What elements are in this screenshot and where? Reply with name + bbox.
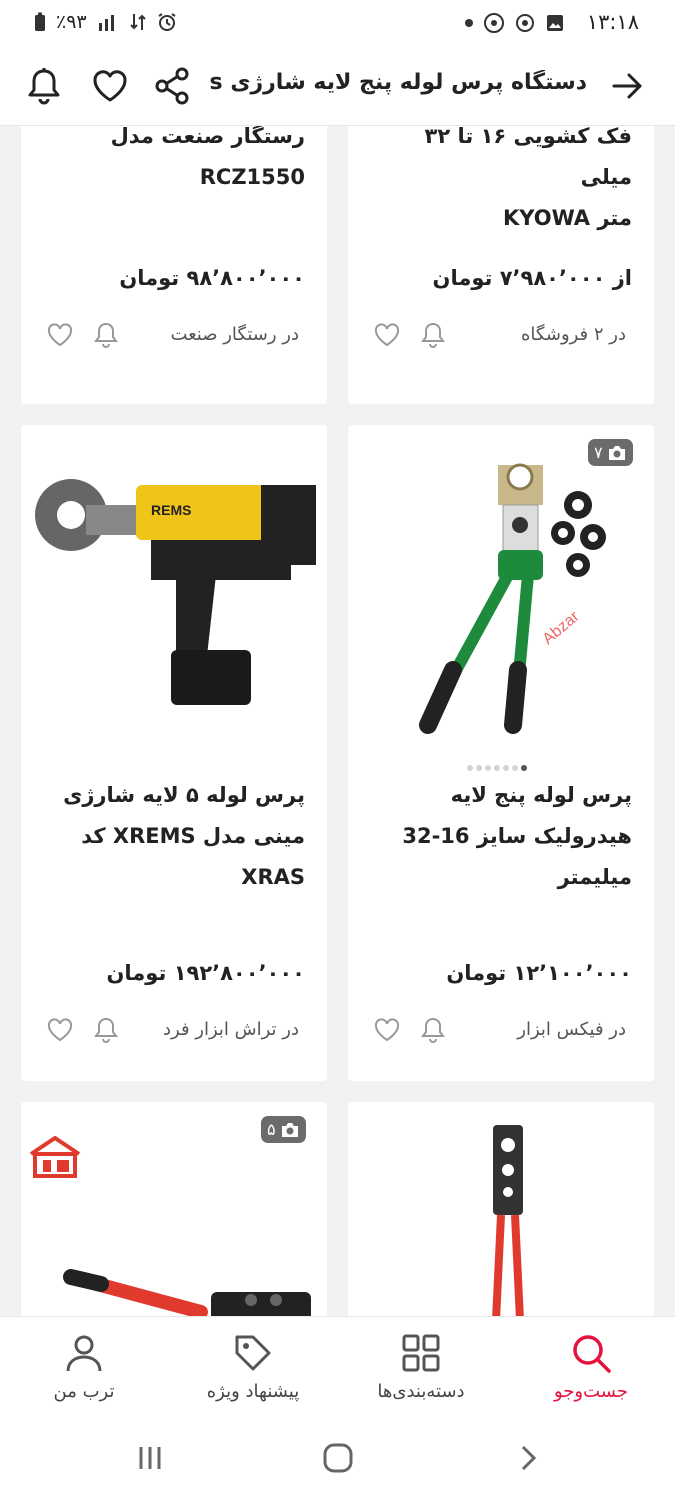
product-image-pipe-press[interactable] [61,1262,321,1316]
chevron-right-icon [521,1445,537,1471]
product-price: ۱۲٬۱۰۰٬۰۰۰ تومان [446,961,632,985]
status-bar: ٪۹۳ ۱۳:۱۸ [0,0,675,48]
nav-categories[interactable]: دسته‌بندی‌ها [337,1317,505,1415]
bell-icon[interactable] [91,1015,121,1045]
nav-special-offers[interactable]: پیشنهاد ویژه [169,1317,337,1415]
share-notify-icon [484,13,504,33]
heart-icon[interactable] [372,1015,402,1045]
page-title: دستگاه پرس لوله پنج لایه شارژی s [209,70,587,95]
title-line: پرس لوله پنج لایه [450,783,632,807]
image-pager [467,765,527,771]
product-price: ۱۹۲٬۸۰۰٬۰۰۰ تومان [106,961,306,985]
title-line: میلیمتر [557,865,632,889]
title-line: متر KYOWA [502,206,632,230]
product-title: فک کشویی ۱۶ تا ۳۲ میلی متر KYOWA [366,126,632,239]
app-header: دستگاه پرس لوله پنج لایه شارژی s [0,48,675,126]
status-right-icons [465,12,565,34]
home-button[interactable] [318,1438,358,1478]
product-title: پرس لوله پنج لایه هیدرولیک سایز 16-32 می… [366,775,632,898]
product-image-rems-press[interactable]: REMS [31,465,321,705]
title-line: هیدرولیک سایز 16-32 [402,824,632,848]
pager-dot [503,765,509,771]
alarm-icon [158,13,176,31]
pager-dot-active [521,765,527,771]
clock: ۱۳:۱۸ [586,10,639,34]
nav-label: جست‌وجو [554,1381,628,1402]
dot-icon [465,19,473,27]
back-nav-button[interactable] [508,1438,548,1478]
nav-label: ترب من [53,1381,115,1402]
bell-icon[interactable] [418,1015,448,1045]
title-line: RCZ1550 [199,165,305,189]
status-left-icons: ٪۹۳ [34,11,177,33]
product-card[interactable]: ۷ Abzar پرس لوله پنج لایه هیدرولیک سایز … [348,425,654,1081]
product-seller[interactable]: در رستگار صنعت [170,324,299,345]
nav-search[interactable]: جست‌وجو [507,1317,675,1415]
pager-dot [512,765,518,771]
seller-logo-icon [29,1136,81,1178]
title-line: مینی مدل XREMS کد [81,824,305,848]
heart-icon[interactable] [88,64,132,108]
product-card[interactable]: REMS پرس لوله ۵ لایه شارژی مینی مدل XREM… [21,425,327,1081]
heart-icon[interactable] [372,320,402,350]
camera-icon [281,1122,298,1137]
product-seller[interactable]: در ۲ فروشگاه [521,324,626,345]
system-nav-bar [0,1414,675,1500]
title-line: XRAS [241,865,305,889]
back-button[interactable] [607,66,647,106]
product-image-manual-crimper[interactable] [468,1120,548,1316]
photo-count-badge: ۵ [261,1116,306,1143]
pager-dot [467,765,473,771]
heart-icon[interactable] [45,1015,75,1045]
signal-icon [98,15,114,31]
product-seller[interactable]: در تراش ابزار فرد [163,1019,299,1040]
product-card[interactable] [348,1102,654,1316]
nav-my-torob[interactable]: ترب من [0,1317,168,1415]
photo-count: ۵ [267,1120,276,1139]
product-price: ۹۸٬۸۰۰٬۰۰۰ تومان [119,266,305,290]
arrow-right-icon [612,73,642,99]
product-image-hydraulic-crimper[interactable]: Abzar [388,435,638,735]
bell-icon[interactable] [91,320,121,350]
product-card[interactable]: رستگار صنعت مدل RCZ1550 ۹۸٬۸۰۰٬۰۰۰ تومان… [21,126,327,404]
tag-icon [235,1335,271,1371]
data-arrows-icon [129,14,146,30]
product-title: پرس لوله ۵ لایه شارژی مینی مدل XREMS کد … [39,775,305,898]
pager-dot [494,765,500,771]
title-line: رستگار صنعت مدل [110,126,305,148]
product-seller[interactable]: در فیکس ابزار [517,1019,626,1040]
product-card[interactable]: فک کشویی ۱۶ تا ۳۲ میلی متر KYOWA از ۷٬۹۸… [348,126,654,404]
bell-icon[interactable] [418,320,448,350]
nav-label: دسته‌بندی‌ها [377,1381,465,1402]
bottom-nav: جست‌وجو دسته‌بندی‌ها پیشنهاد ویژه ترب من [0,1316,675,1414]
share-icon[interactable] [150,64,194,108]
product-price: از ۷٬۹۸۰٬۰۰۰ تومان [432,266,632,290]
battery-percent: ٪۹۳ [56,11,87,33]
search-icon [573,1335,611,1373]
gallery-icon [547,15,563,31]
categories-icon [402,1334,440,1372]
user-icon [66,1335,102,1372]
bell-icon[interactable] [22,64,66,108]
product-grid: فک کشویی ۱۶ تا ۳۲ میلی متر KYOWA از ۷٬۹۸… [0,126,675,1316]
pager-dot [476,765,482,771]
pager-dot [485,765,491,771]
heart-icon[interactable] [45,320,75,350]
chrome-icon [516,14,534,32]
battery-icon [35,12,45,31]
image-watermark: Abzar [540,608,583,648]
recents-icon [139,1447,161,1469]
title-line: فک کشویی ۱۶ تا ۳۲ میلی [424,126,632,189]
image-brand-label: REMS [151,502,191,518]
title-line: پرس لوله ۵ لایه شارژی [63,783,305,807]
recents-button[interactable] [130,1438,170,1478]
product-card[interactable]: ۵ [21,1102,327,1316]
nav-label: پیشنهاد ویژه [206,1381,300,1402]
product-title: رستگار صنعت مدل RCZ1550 [39,126,305,198]
home-icon [323,1443,353,1473]
